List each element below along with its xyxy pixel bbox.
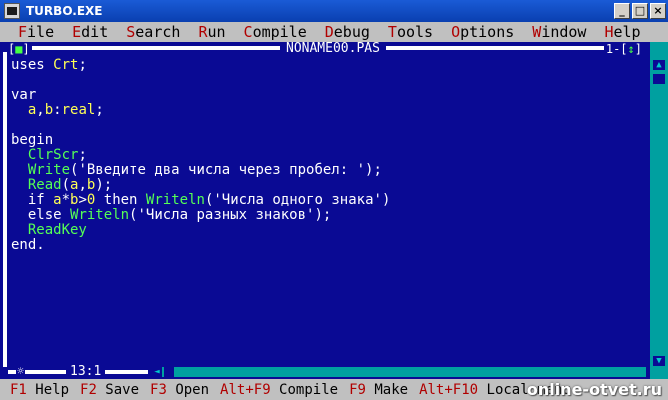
horizontal-scrollbar[interactable]: ◄ — [152, 367, 646, 377]
frame-left-border — [3, 52, 7, 367]
code-line[interactable]: begin — [11, 133, 638, 148]
horizontal-scroll-thumb[interactable] — [164, 367, 174, 377]
code-line[interactable]: if a*b>0 then Writeln('Числа одного знак… — [11, 193, 638, 208]
menu-tools[interactable]: Tools — [388, 22, 433, 42]
code-line[interactable] — [11, 118, 638, 133]
vertical-scrollbar[interactable]: ▲ ▼ — [650, 42, 668, 379]
watermark: online-otvet.ru — [526, 380, 662, 399]
window-title: TURBO.EXE — [26, 4, 103, 18]
cursor-position: 13:1 — [66, 365, 106, 379]
editor-top-frame: [■] NONAME00.PAS 1-[↕] — [0, 42, 650, 56]
maximize-button[interactable]: □ — [632, 3, 648, 19]
status-make[interactable]: F9 Make — [349, 382, 408, 398]
modified-indicator: ☼ — [16, 364, 26, 378]
zoom-icon[interactable]: ↕ — [628, 42, 635, 56]
scroll-down-arrow-icon[interactable]: ▼ — [653, 356, 665, 366]
window-title-bar: TURBO.EXE _ □ × — [0, 0, 668, 22]
code-line[interactable]: var — [11, 88, 638, 103]
code-line[interactable]: ClrScr; — [11, 148, 638, 163]
close-window-box[interactable]: [■] — [6, 42, 32, 56]
menu-compile[interactable]: Compile — [244, 22, 307, 42]
vertical-scroll-thumb[interactable] — [653, 74, 665, 84]
code-area[interactable]: uses Crt; var a,b:real; begin ClrScr; Writ… — [11, 58, 638, 253]
status-save[interactable]: F2 Save — [80, 382, 139, 398]
file-name: NONAME00.PAS — [280, 42, 386, 56]
menu-help[interactable]: Help — [604, 22, 640, 42]
window-number: 1 — [605, 42, 614, 56]
menu-search[interactable]: Search — [126, 22, 180, 42]
code-line[interactable]: uses Crt; — [11, 58, 638, 73]
editor-window[interactable]: [■] NONAME00.PAS 1-[↕] uses Crt; var a,b:… — [0, 42, 650, 379]
scroll-up-arrow-icon[interactable]: ▲ — [653, 60, 665, 70]
status-help[interactable]: F1 Help — [10, 382, 69, 398]
status-open[interactable]: F3 Open — [150, 382, 209, 398]
code-line[interactable]: else Writeln('Числа разных знаков'); — [11, 208, 638, 223]
minimize-button[interactable]: _ — [614, 3, 630, 19]
menu-edit[interactable]: Edit — [72, 22, 108, 42]
code-line[interactable]: end. — [11, 238, 638, 253]
code-line[interactable]: Read(a,b); — [11, 178, 638, 193]
menu-run[interactable]: Run — [198, 22, 225, 42]
code-line[interactable]: Write('Введите два числа через пробел: '… — [11, 163, 638, 178]
menu-file[interactable]: File — [18, 22, 54, 42]
code-line[interactable]: ReadKey — [11, 223, 638, 238]
app-icon[interactable] — [4, 3, 20, 19]
menu-debug[interactable]: Debug — [325, 22, 370, 42]
window-number-zoom[interactable]: 1-[↕] — [603, 42, 644, 56]
code-line[interactable]: a,b:real; — [11, 103, 638, 118]
menu-options[interactable]: Options — [451, 22, 514, 42]
close-button[interactable]: × — [650, 3, 666, 19]
scroll-left-arrow-icon[interactable]: ◄ — [152, 367, 162, 377]
menu-bar: ≡FileEditSearchRunCompileDebugToolsOptio… — [0, 22, 668, 42]
menu-window[interactable]: Window — [532, 22, 586, 42]
code-line[interactable] — [11, 73, 638, 88]
editor-bottom-frame: ☼ 13:1 ◄ — [0, 364, 650, 379]
status-compile[interactable]: Alt+F9 Compile — [220, 382, 338, 398]
